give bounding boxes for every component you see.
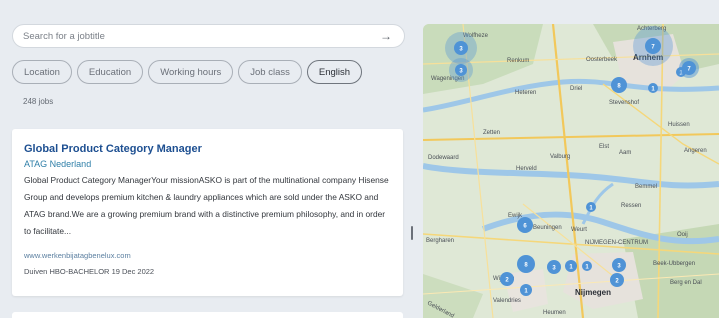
- map-label: Ooij: [677, 232, 688, 238]
- map-cluster-marker[interactable]: 1: [582, 261, 592, 271]
- filter-education[interactable]: Education: [76, 60, 144, 84]
- map-cluster-marker[interactable]: 3: [547, 260, 561, 274]
- map-cluster-marker[interactable]: 7: [633, 26, 673, 66]
- job-website[interactable]: www.werkenbijatagbenelux.com: [24, 251, 391, 260]
- job-title[interactable]: Global Product Category Manager: [24, 143, 391, 155]
- map-label: Oosterbeek: [586, 57, 618, 63]
- map-cluster-marker[interactable]: 2: [500, 272, 514, 286]
- map-label: Zetten: [483, 130, 500, 136]
- map-label-city: Nijmegen: [575, 288, 611, 297]
- search-bar[interactable]: →: [12, 24, 405, 48]
- map-label: Beek-Ubbergen: [653, 261, 695, 267]
- job-meta: Duiven HBO-BACHELOR 19 Dec 2022: [24, 267, 391, 276]
- filter-location[interactable]: Location: [12, 60, 72, 84]
- map-label: Heteren: [515, 90, 536, 96]
- map-cluster-marker[interactable]: 1: [565, 260, 577, 272]
- results-count: 248 jobs: [23, 97, 54, 106]
- job-list-panel: → Location Education Working hours Job c…: [0, 0, 417, 318]
- arrow-right-icon[interactable]: →: [378, 29, 394, 43]
- filter-job-class[interactable]: Job class: [238, 60, 302, 84]
- map-label: Elst: [599, 144, 609, 150]
- map-label: Herveld: [516, 166, 537, 172]
- map-label: Huissen: [668, 122, 690, 128]
- job-education: HBO-BACHELOR: [49, 267, 110, 276]
- panel-resize-handle[interactable]: [411, 226, 413, 240]
- map-label: Driel: [570, 86, 582, 92]
- job-location: Duiven: [24, 267, 48, 276]
- map-label: Aam: [619, 150, 631, 156]
- map-label: Bemmel: [635, 184, 657, 190]
- job-card[interactable]: Global Product Category Manager ATAG Ned…: [12, 129, 403, 296]
- job-card-next[interactable]: [12, 312, 403, 318]
- map-label: Angeren: [684, 148, 707, 154]
- map-cluster-marker[interactable]: 3: [449, 58, 473, 82]
- map-label: Renkum: [507, 58, 529, 64]
- filter-english[interactable]: English: [306, 60, 363, 84]
- map-label: Bergharen: [426, 238, 454, 244]
- map-cluster-marker[interactable]: 8: [611, 77, 627, 93]
- map-label: Valendries: [493, 298, 521, 304]
- job-description: Global Product Category ManagerYour miss…: [24, 175, 389, 236]
- map-label: Ewijk: [508, 213, 523, 219]
- map-cluster-marker[interactable]: 1: [586, 202, 596, 212]
- map-cluster-marker[interactable]: 6: [517, 217, 533, 233]
- map-cluster-marker[interactable]: 8: [517, 255, 535, 273]
- filter-bar: Location Education Working hours Job cla…: [12, 60, 363, 84]
- map-label: Weurt: [571, 227, 587, 233]
- map-cluster-marker[interactable]: 1: [520, 284, 532, 296]
- map-canvas[interactable]: Wolfheze Renkum Oosterbeek Arnhem Wageni…: [423, 24, 719, 318]
- map-cluster-marker[interactable]: 2: [610, 273, 624, 287]
- map-cluster-marker[interactable]: 7: [679, 58, 699, 78]
- filter-working-hours[interactable]: Working hours: [148, 60, 234, 84]
- map-label: Ressen: [621, 203, 641, 209]
- map-label: Heumen: [543, 310, 566, 316]
- search-input[interactable]: [23, 30, 378, 42]
- job-map[interactable]: Wolfheze Renkum Oosterbeek Arnhem Wageni…: [423, 24, 719, 318]
- map-label: Stevenshof: [609, 100, 639, 106]
- job-date: 19 Dec 2022: [111, 267, 155, 276]
- map-cluster-marker[interactable]: 1: [648, 83, 658, 93]
- map-cluster-marker[interactable]: 3: [612, 258, 626, 272]
- map-label: Berg en Dal: [670, 280, 702, 286]
- map-label: NIJMEGEN-CENTRUM: [585, 240, 648, 246]
- map-label: Beuningen: [533, 225, 562, 231]
- map-label: Valburg: [550, 154, 570, 160]
- job-company: ATAG Nederland: [24, 159, 92, 169]
- map-label: Dodewaard: [428, 155, 459, 161]
